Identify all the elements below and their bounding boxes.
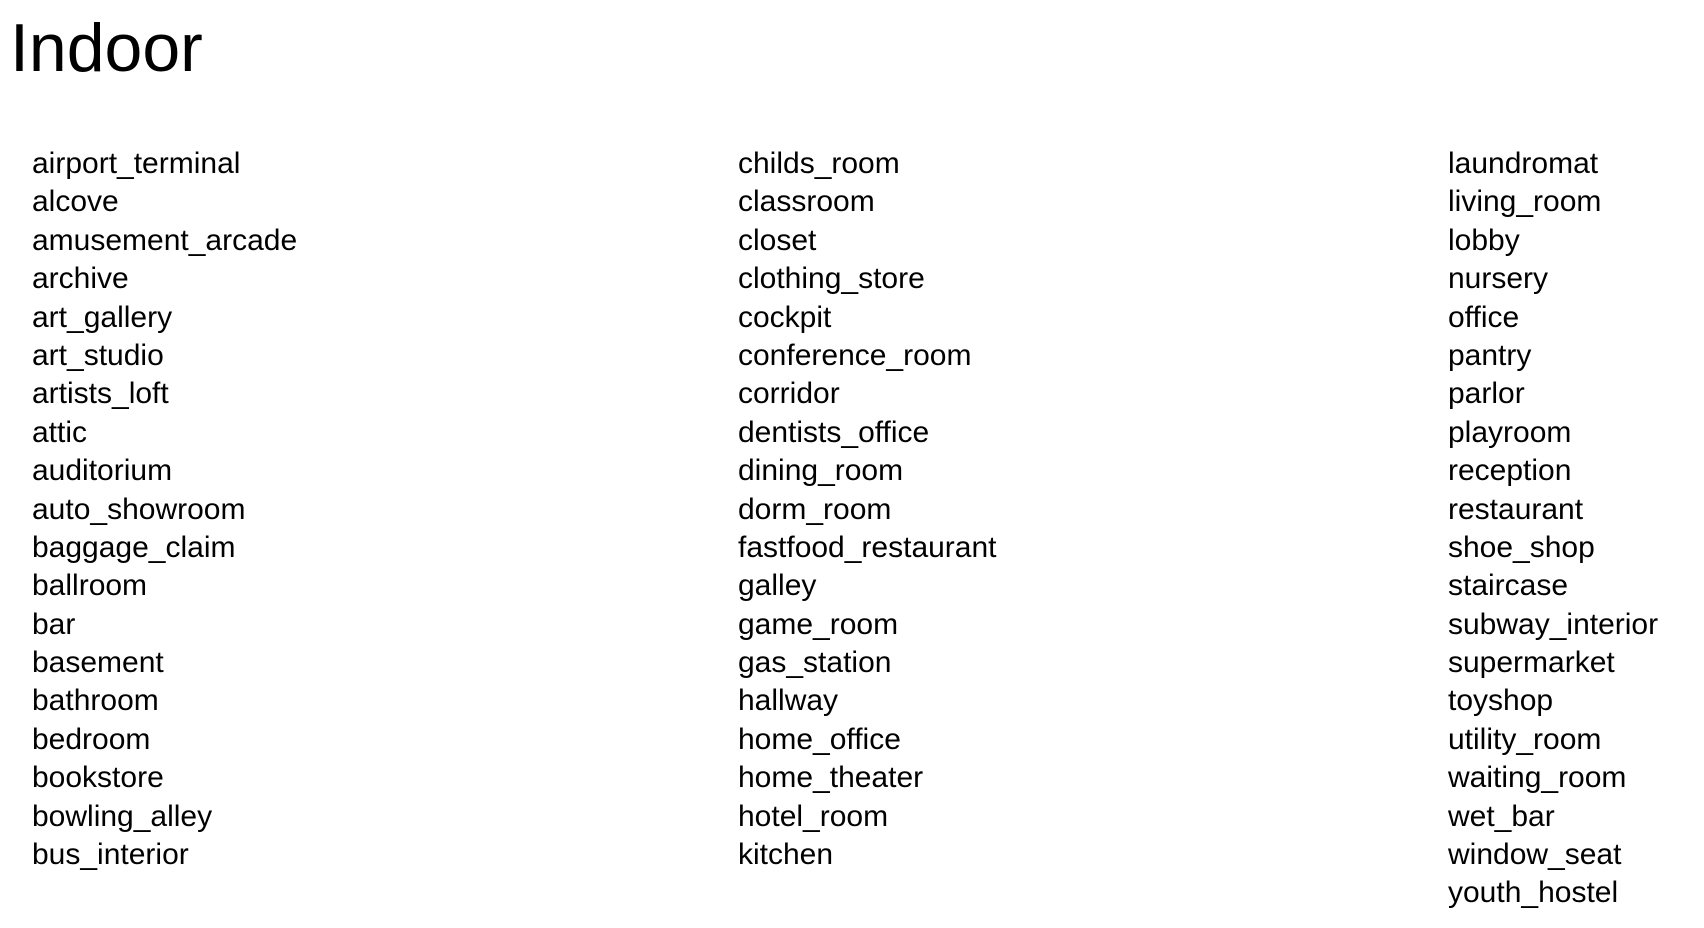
list-item: home_theater [738, 761, 924, 795]
list-item: alcove [32, 185, 119, 219]
list-item: airport_terminal [32, 147, 241, 180]
list-item: window_seat [1448, 838, 1622, 872]
list-item: bowling_alley [32, 799, 213, 833]
list-item: laundromat [1448, 147, 1599, 180]
list-item: supermarket [1448, 646, 1615, 680]
list-item: bedroom [32, 722, 151, 756]
list-item: amusement_arcade [32, 223, 298, 257]
list-item: bar [32, 607, 76, 641]
list-item: childs_room [738, 147, 900, 180]
list-item: subway_interior [1448, 607, 1659, 641]
list-item: conference_room [738, 338, 972, 372]
list-item: game_room [738, 607, 899, 641]
list-item: restaurant [1448, 492, 1584, 526]
list-item: playroom [1448, 415, 1572, 449]
list-item: nursery [1448, 262, 1549, 296]
list-item: utility_room [1448, 722, 1602, 756]
list-item: dorm_room [738, 492, 892, 526]
list-item: shoe_shop [1448, 530, 1595, 564]
list-item: baggage_claim [32, 530, 236, 564]
list-item: corridor [738, 377, 840, 411]
list-item: wet_bar [1448, 799, 1555, 833]
list-item: dentists_office [738, 415, 930, 449]
list-item: toyshop [1448, 684, 1554, 718]
list-item: kitchen [738, 838, 834, 872]
list-item: bus_interior [32, 838, 189, 872]
list-item: pantry [1448, 338, 1532, 372]
list-item: bathroom [32, 684, 159, 718]
list-item: gas_station [738, 646, 892, 680]
list-item: clothing_store [738, 262, 925, 296]
category-column-3: laundromat living_room lobby nursery off… [1448, 145, 1658, 913]
list-item: reception [1448, 454, 1572, 488]
list-item: classroom [738, 185, 875, 219]
list-item: home_office [738, 722, 901, 756]
list-item: closet [738, 223, 817, 257]
list-item: auditorium [32, 454, 173, 488]
list-item: office [1448, 300, 1520, 334]
list-item: art_gallery [32, 300, 173, 334]
list-item: bookstore [32, 761, 164, 795]
list-item: ballroom [32, 569, 148, 603]
page-title: Indoor [10, 10, 203, 86]
list-item: lobby [1448, 223, 1520, 257]
list-item: hotel_room [738, 799, 889, 833]
list-item: artists_loft [32, 377, 169, 411]
list-item: youth_hostel [1448, 876, 1619, 910]
list-item: hallway [738, 684, 839, 718]
category-column-2: childs_room classroom closet clothing_st… [738, 145, 997, 874]
list-item: auto_showroom [32, 492, 246, 526]
list-item: fastfood_restaurant [738, 530, 997, 564]
list-item: archive [32, 262, 129, 296]
list-item: waiting_room [1448, 761, 1627, 795]
list-item: dining_room [738, 454, 904, 488]
list-item: cockpit [738, 300, 832, 334]
list-item: basement [32, 646, 164, 680]
list-item: art_studio [32, 338, 164, 372]
list-item: attic [32, 415, 88, 449]
list-item: parlor [1448, 377, 1525, 411]
list-item: staircase [1448, 569, 1569, 603]
category-column-1: airport_terminal alcove amusement_arcade… [32, 145, 297, 874]
list-item: living_room [1448, 185, 1602, 219]
list-item: galley [738, 569, 817, 603]
